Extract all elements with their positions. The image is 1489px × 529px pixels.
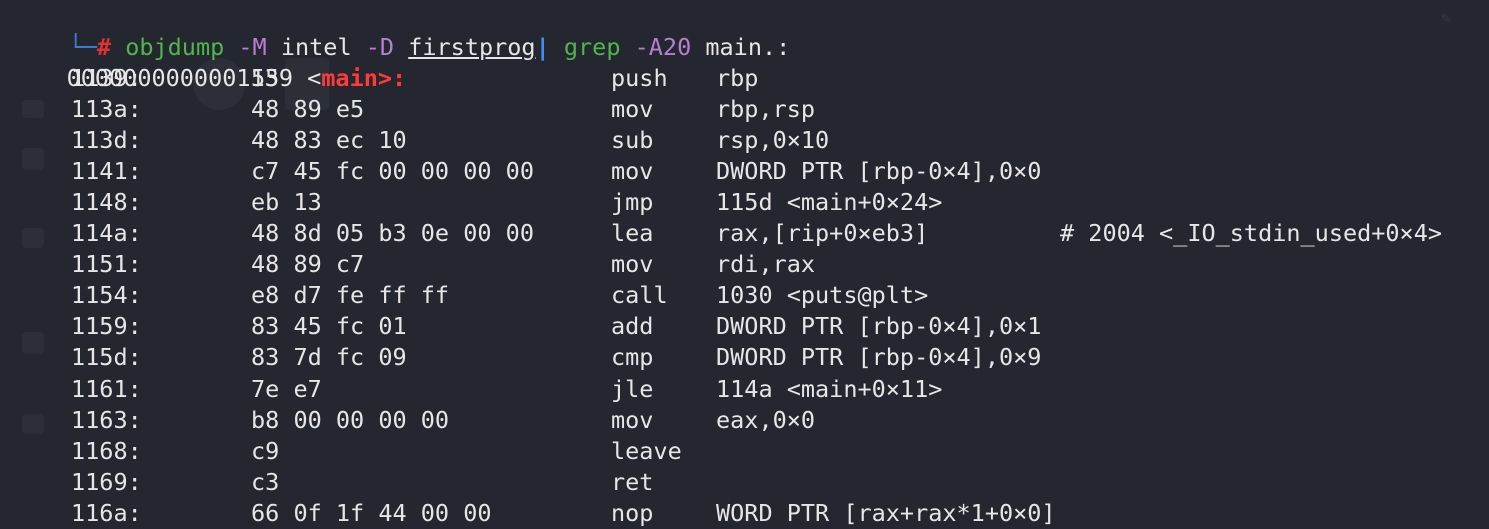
instruction-mnemonic: mov [611,405,654,434]
instruction-operands: rax,[rip+0×eb3] [716,219,929,248]
instruction-bytes: b8 00 00 00 00 [251,405,450,434]
instruction-bytes: c3 [251,467,280,496]
instruction-row: 114a: 48 8d 05 b3 0e 00 00 lea rax,[rip+0×e… [0,218,1489,249]
instruction-bytes: e8 d7 fe ff ff [251,281,450,310]
instruction-bytes: 48 89 c7 [251,250,365,279]
instruction-address: 1168: [71,436,142,465]
instruction-bytes: c7 45 fc 00 00 00 00 [251,157,534,186]
instruction-address: 114a: [71,219,142,248]
instruction-mnemonic: add [611,312,654,341]
instruction-operands: WORD PTR [rax+rax*1+0×0] [716,498,1056,527]
instruction-address: 1161: [71,374,142,403]
prompt-line: └─# objdump -M intel -D firstprog| grep … [12,1,791,61]
instruction-address: 1169: [71,467,142,496]
instruction-bytes: 66 0f 1f 44 00 00 [251,498,492,527]
instruction-bytes: 83 45 fc 01 [251,312,407,341]
instruction-mnemonic: mov [611,157,654,186]
command-grep: grep [563,33,621,61]
pencil-icon: ✎ [1441,8,1451,27]
instruction-row: 1161: 7e e7 jle 114a <main+0×11> [0,374,1489,405]
instruction-address: 113a: [71,95,142,124]
instruction-row: 1169: c3 ret [0,467,1489,498]
instruction-bytes: c9 [251,436,280,465]
instruction-operands: eax,0×0 [716,405,816,434]
instruction-operands: rdi,rax [716,250,816,279]
instruction-row: 1159: 83 45 fc 01 add DWORD PTR [rbp-0×4],0… [0,311,1489,342]
instruction-address: 1141: [71,157,142,186]
instruction-mnemonic: nop [611,498,654,527]
instruction-bytes: 83 7d fc 09 [251,343,407,372]
instruction-bytes: 48 83 ec 10 [251,126,407,155]
instruction-operands: rsp,0×10 [716,126,830,155]
instruction-mnemonic: mov [611,250,654,279]
instruction-row: 1139: 55 push rbp [0,63,1489,94]
instruction-operands: DWORD PTR [rbp-0×4],0×1 [716,312,1042,341]
instruction-row: 1148: eb 13 jmp 115d <main+0×24> [0,187,1489,218]
instruction-mnemonic: call [611,281,668,310]
option-a20: -A20 [634,33,692,61]
instruction-row: 1154: e8 d7 fe ff ff call 1030 <puts@plt> [0,280,1489,311]
instruction-operands: DWORD PTR [rbp-0×4],0×0 [716,157,1042,186]
arg-pattern: main.: [705,33,791,61]
terminal-window[interactable]: ✎ └─# objdump -M intel -D firstprog| gre… [0,0,1489,529]
instruction-operands: 115d <main+0×24> [716,188,943,217]
arg-file: firstprog [408,33,536,61]
instruction-mnemonic: jle [611,374,654,403]
instruction-address: 1148: [71,188,142,217]
instruction-comment: # 2004 <_IO_stdin_used+0×4> [1060,219,1443,248]
instruction-mnemonic: mov [611,95,654,124]
instruction-address: 115d: [71,343,142,372]
instruction-bytes: 48 8d 05 b3 0e 00 00 [251,219,534,248]
instruction-row: 1151: 48 89 c7 mov rdi,rax [0,249,1489,280]
instruction-operands: 1030 <puts@plt> [716,281,929,310]
instruction-address: 116a: [71,498,142,527]
instruction-address: 113d: [71,126,142,155]
instruction-address: 1139: [71,64,142,92]
instruction-address: 1151: [71,250,142,279]
instruction-row: 1163: b8 00 00 00 00 mov eax,0×0 [0,405,1489,436]
instruction-operands: rbp [716,64,759,92]
instruction-operands: rbp,rsp [716,95,816,124]
instruction-mnemonic: lea [611,219,654,248]
instruction-operands: DWORD PTR [rbp-0×4],0×9 [716,343,1042,372]
instruction-address: 1159: [71,312,142,341]
instruction-address: 1154: [71,281,142,310]
instruction-bytes: 7e e7 [251,374,322,403]
instruction-bytes: eb 13 [251,188,322,217]
instruction-bytes: 48 89 e5 [251,95,365,124]
instruction-mnemonic: cmp [611,343,654,372]
instruction-operands: 114a <main+0×11> [716,374,943,403]
instruction-address: 1163: [71,405,142,434]
instruction-mnemonic: ret [611,467,654,496]
instruction-row: 113a: 48 89 e5 mov rbp,rsp [0,94,1489,125]
instruction-row: 1168: c9 leave [0,436,1489,467]
instruction-mnemonic: sub [611,126,654,155]
instruction-row: 113d: 48 83 ec 10 sub rsp,0×10 [0,125,1489,156]
instruction-mnemonic: jmp [611,188,654,217]
instruction-row: 1141: c7 45 fc 00 00 00 00 mov DWORD PTR [r… [0,156,1489,187]
instruction-mnemonic: leave [611,436,682,465]
instruction-mnemonic: push [611,64,668,92]
pipe-cursor: | [535,33,550,61]
function-header: 0000000000001139 <main>: [10,32,407,92]
instruction-row: 116a: 66 0f 1f 44 00 00 nop WORD PTR [rax+r… [0,498,1489,529]
instruction-bytes: 55 [251,64,280,92]
instruction-row: 115d: 83 7d fc 09 cmp DWORD PTR [rbp-0×4],0… [0,342,1489,373]
